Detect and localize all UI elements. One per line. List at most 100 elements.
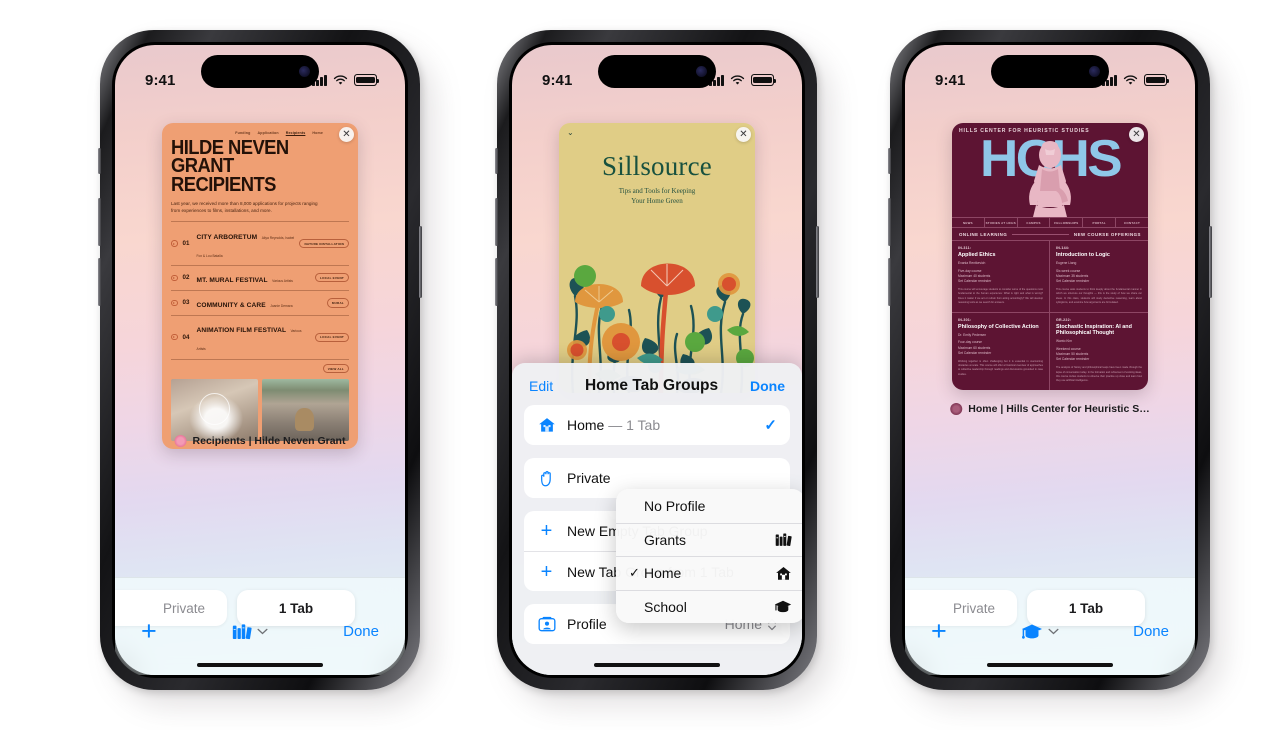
power-button[interactable]: [1209, 226, 1212, 298]
site-hero: HILLS CENTER FOR HEURISTIC STUDIES HCHS: [952, 123, 1148, 217]
nav-link-application[interactable]: Application: [258, 131, 279, 135]
tab-card-grants[interactable]: ✕ Funding Application Recipients Home HI…: [162, 123, 358, 450]
checkmark-icon: ✓: [764, 417, 777, 434]
statue-illustration: [1029, 141, 1071, 217]
tab-group-label-home: Home — 1 Tab: [567, 417, 661, 433]
phone-grants: 9:41 ✕ Funding Application Recipients Ho…: [98, 30, 422, 690]
course-instructor: Dr. Emily Pedersen: [958, 332, 987, 337]
nav-link-funding[interactable]: Funding: [235, 131, 250, 135]
tab-card-sillsource[interactable]: ✕ ⌄ 🛒 Sillsource Tips and Tools for Keep…: [559, 123, 755, 393]
popup-item-school[interactable]: School: [616, 589, 802, 624]
course-card[interactable]: GR-222: Stochastic Inspiration: AI and P…: [1050, 312, 1148, 390]
item-byline: Joanie Demara: [270, 303, 293, 308]
chevron-down-icon: [1048, 628, 1059, 634]
profile-switcher-button[interactable]: [1021, 623, 1059, 640]
favicon-icon: [174, 435, 187, 447]
status-indicators: [312, 74, 380, 86]
home-indicator[interactable]: [594, 662, 720, 667]
gallery-image-sculpture: [171, 379, 258, 442]
popup-item-no-profile[interactable]: No Profile: [616, 489, 802, 523]
course-code: IN-301:: [958, 318, 972, 322]
tab-card-hchs[interactable]: ✕ HILLS CENTER FOR HEURISTIC STUDIES HCH…: [952, 123, 1148, 391]
list-item[interactable]: 01 CITY ARBORETUM Aliya Reynolds, Isabel…: [171, 221, 349, 264]
tab-group-row-home[interactable]: Home — 1 Tab ✓: [524, 405, 790, 445]
done-button[interactable]: Done: [343, 623, 379, 640]
course-title: Philosophy of Collective Action: [958, 323, 1039, 330]
course-code: IN-311:: [958, 246, 972, 251]
status-clock: 9:41: [145, 71, 176, 89]
course-code: IN-144:: [1056, 246, 1070, 251]
close-tab-icon[interactable]: ✕: [1129, 127, 1144, 142]
silent-switch[interactable]: [98, 148, 101, 174]
section-divider: [1012, 234, 1069, 236]
popup-item-label: No Profile: [644, 497, 706, 514]
item-tag: MURAL: [326, 298, 349, 308]
play-icon[interactable]: [171, 333, 178, 341]
close-tab-icon[interactable]: ✕: [339, 127, 354, 142]
item-byline: Various Artists: [272, 278, 293, 283]
view-all-button[interactable]: VIEW ALL: [322, 364, 349, 374]
chevron-down-icon[interactable]: ⌄: [567, 128, 574, 137]
course-description: This course asks students to think deepl…: [1056, 288, 1142, 304]
phone-bezel: 9:41 ✕ HILLS CENTER FOR HEURISTIC STUDIE…: [902, 42, 1198, 678]
phone-bezel: 9:41 ✕ ⌄ Sillsource Tips and Tools for K…: [509, 42, 805, 678]
nav-link-portal[interactable]: PORTAL: [1083, 218, 1117, 228]
power-button[interactable]: [816, 226, 819, 298]
volume-up-button[interactable]: [888, 198, 891, 246]
status-indicators: [1102, 74, 1170, 86]
volume-down-button[interactable]: [98, 258, 101, 306]
popup-item-label: School: [644, 598, 687, 615]
close-tab-icon[interactable]: ✕: [736, 127, 751, 142]
list-item[interactable]: 02 MT. MURAL FESTIVAL Various Artists LO…: [171, 264, 349, 290]
silent-switch[interactable]: [888, 148, 891, 174]
item-title: COMMUNITY & CARE: [196, 301, 266, 309]
course-title: Applied Ethics: [958, 251, 996, 258]
profile-switcher-button[interactable]: [232, 623, 268, 640]
home-indicator[interactable]: [197, 662, 323, 667]
course-card[interactable]: IN-311: Applied Ethics Evania Rentkevich…: [952, 240, 1050, 312]
sheet-header: Edit Home Tab Groups Done: [512, 363, 802, 405]
status-clock: 9:41: [542, 71, 573, 89]
power-button[interactable]: [419, 226, 422, 298]
play-icon[interactable]: [171, 274, 178, 282]
browser-toolbar: Private 1 Tab + Done: [115, 577, 405, 675]
chevron-down-icon: [257, 628, 268, 634]
volume-up-button[interactable]: [495, 198, 498, 246]
new-tab-button[interactable]: +: [931, 617, 947, 645]
course-description: Working together is often challenging bu…: [958, 359, 1043, 376]
done-button[interactable]: Done: [1133, 623, 1169, 640]
list-item[interactable]: 03 COMMUNITY & CARE Joanie Demara MURAL: [171, 289, 349, 315]
home-indicator[interactable]: [987, 662, 1113, 667]
phone-bezel: 9:41 ✕ Funding Application Recipients Ho…: [112, 42, 408, 678]
nav-link-contact[interactable]: CONTACT: [1116, 218, 1148, 227]
new-tab-button[interactable]: +: [141, 617, 157, 645]
popup-item-home[interactable]: ✓ Home: [616, 556, 802, 590]
course-card[interactable]: IN-144: Introduction to Logic Eugene Lia…: [1050, 240, 1148, 312]
edit-button[interactable]: Edit: [529, 378, 553, 394]
course-meta: Four-day course Maximum 60 students Set …: [958, 340, 992, 355]
popup-item-grants[interactable]: Grants: [616, 522, 802, 557]
toolbar-actions: + Done: [115, 617, 405, 645]
play-icon[interactable]: [171, 240, 178, 247]
volume-up-button[interactable]: [98, 198, 101, 246]
page-tagline-line1: Tips and Tools for Keeping: [618, 187, 696, 195]
sheet-done-button[interactable]: Done: [750, 378, 785, 394]
volume-down-button[interactable]: [495, 258, 498, 306]
course-grid: IN-311: Applied Ethics Evania Rentkevich…: [952, 240, 1148, 391]
page-title: Sillsource: [602, 151, 712, 181]
course-card[interactable]: IN-301: Philosophy of Collective Action …: [952, 312, 1050, 391]
phone-screen: 9:41 ✕ HILLS CENTER FOR HEURISTIC STUDIE…: [905, 45, 1195, 675]
tab-title: Home | Hills Center for Heuristic S…: [950, 403, 1150, 415]
volume-down-button[interactable]: [888, 258, 891, 306]
phone-screen: 9:41 ✕ Funding Application Recipients Ho…: [115, 45, 405, 675]
nav-link-home[interactable]: Home: [312, 131, 323, 135]
list-item[interactable]: 04 ANIMATION FILM FESTIVAL Various Artis…: [171, 314, 349, 358]
nav-link-studies[interactable]: STUDIES AT HCHS: [985, 218, 1018, 228]
tab-group-label-private: Private: [567, 470, 611, 486]
play-icon[interactable]: [171, 299, 178, 307]
nav-link-campus[interactable]: CAMPUS: [1018, 218, 1051, 228]
silent-switch[interactable]: [495, 148, 498, 174]
nav-link-recipients[interactable]: Recipients: [286, 131, 306, 135]
nav-link-news[interactable]: NEWS: [952, 218, 985, 228]
nav-link-fellowships[interactable]: FELLOWSHIPS: [1050, 218, 1084, 228]
